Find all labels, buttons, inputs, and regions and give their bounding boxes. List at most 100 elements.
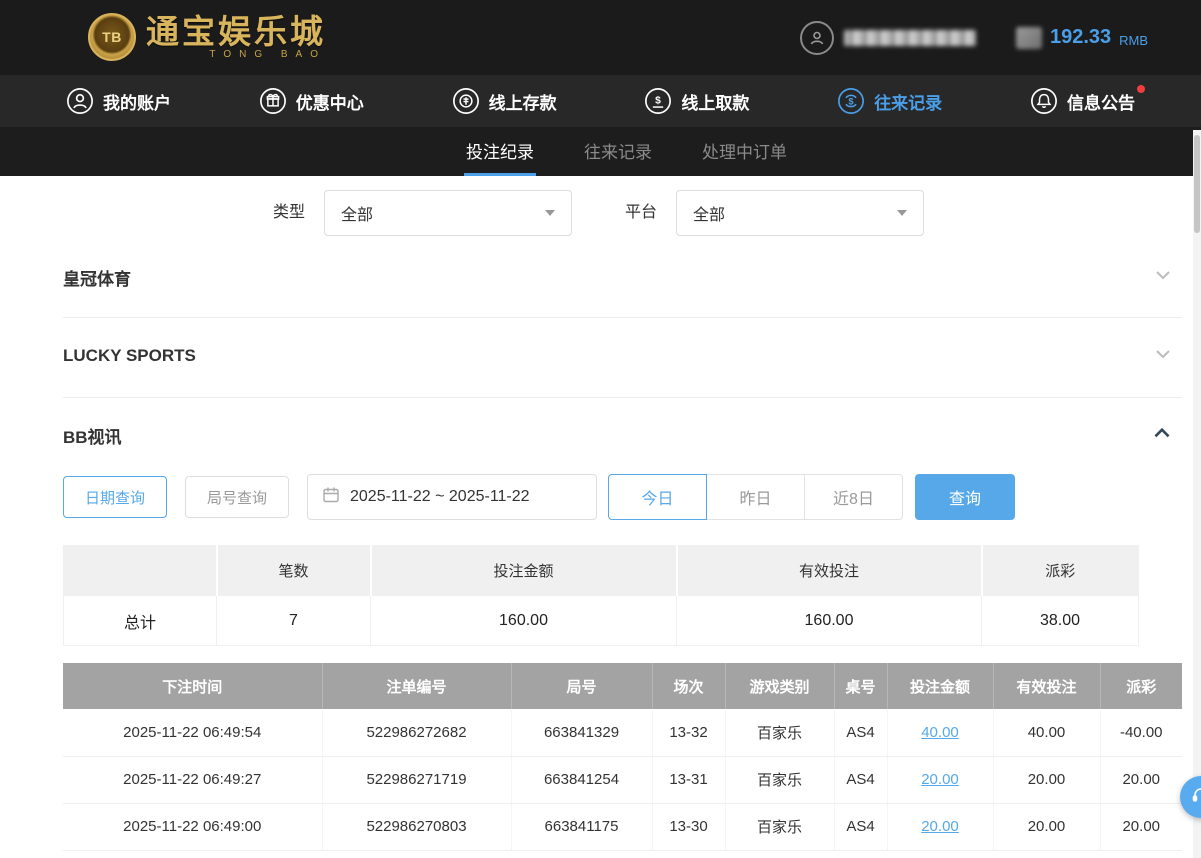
bet-amount-link[interactable]: 20.00 xyxy=(921,771,959,788)
col-header-session: 场次 xyxy=(652,663,725,709)
divider xyxy=(63,317,1182,318)
summary-count: 7 xyxy=(217,596,371,646)
cell-game-type: 百家乐 xyxy=(725,709,834,756)
section-bb-live[interactable]: BB视讯 xyxy=(63,421,1174,449)
tab-group: 投注纪录 往来记录 处理中订单 xyxy=(464,127,789,176)
nav-item-label: 线上取款 xyxy=(681,89,749,114)
cell-bet-amount: 20.00 xyxy=(887,803,993,850)
nav-item-label: 信息公告 xyxy=(1067,89,1135,114)
round-query-button[interactable]: 局号查询 xyxy=(185,476,289,518)
last-8-days-button[interactable]: 近8日 xyxy=(804,474,903,520)
summary-total-row: 总计 7 160.00 160.00 38.00 xyxy=(64,596,1139,646)
cell-session: 13-30 xyxy=(652,803,725,850)
gift-icon xyxy=(259,87,287,115)
nav-item-promotions[interactable]: 优惠中心 xyxy=(259,87,364,115)
summary-header-count: 笔数 xyxy=(217,546,371,596)
col-header-payout: 派彩 xyxy=(1100,663,1182,709)
col-header-bet-time: 下注时间 xyxy=(63,663,322,709)
cell-bet-time: 2025-11-22 06:49:00 xyxy=(63,803,322,850)
cell-table-no: AS4 xyxy=(834,803,887,850)
section-crown-sports[interactable]: 皇冠体育 xyxy=(63,263,1174,291)
withdraw-dollar-icon: $ xyxy=(644,87,672,115)
cell-payout: 20.00 xyxy=(1100,803,1182,850)
chevron-down-icon xyxy=(897,210,907,216)
chevron-down-icon xyxy=(1152,264,1174,291)
table-row: 2025-11-22 06:49:00 522986270803 6638411… xyxy=(63,803,1182,850)
balance-amount: 192.33 xyxy=(1050,26,1111,49)
section-lucky-sports[interactable]: LUCKY SPORTS xyxy=(63,342,1174,370)
nav-item-online-deposit[interactable]: 线上存款 xyxy=(452,87,557,115)
cell-order-no: 522986272682 xyxy=(322,709,511,756)
header-wallet[interactable]: 192.33 RMB xyxy=(1016,0,1148,75)
cell-game-type: 百家乐 xyxy=(725,803,834,850)
date-query-button[interactable]: 日期查询 xyxy=(63,476,167,518)
type-filter-label: 类型 xyxy=(273,190,305,236)
scrollbar[interactable] xyxy=(1193,130,1201,858)
bet-amount-link[interactable]: 40.00 xyxy=(921,724,959,741)
col-header-order-no: 注单编号 xyxy=(322,663,511,709)
date-range-picker[interactable]: 2025-11-22 ~ 2025-11-22 xyxy=(307,474,597,520)
cell-valid-bet: 20.00 xyxy=(993,756,1100,803)
cell-table-no: AS4 xyxy=(834,709,887,756)
yesterday-button[interactable]: 昨日 xyxy=(706,474,805,520)
today-button[interactable]: 今日 xyxy=(608,474,707,520)
tab-bar: 投注纪录 往来记录 处理中订单 xyxy=(0,127,1201,176)
notification-dot xyxy=(1137,85,1145,93)
nav-item-online-withdrawal[interactable]: $ 线上取款 xyxy=(644,87,749,115)
summary-payout: 38.00 xyxy=(982,596,1139,646)
platform-filter-select[interactable]: 全部 xyxy=(676,190,924,236)
logo-text: 通宝娱乐城 TONG BAO xyxy=(146,14,326,60)
service-headset-icon xyxy=(1191,785,1201,810)
site-logo[interactable]: TB 通宝娱乐城 TONG BAO xyxy=(88,13,326,61)
bet-table-header-row: 下注时间 注单编号 局号 场次 游戏类别 桌号 投注金额 有效投注 派彩 xyxy=(63,663,1182,709)
summary-row-label: 总计 xyxy=(64,596,217,646)
cell-round-no: 663841329 xyxy=(511,709,652,756)
nav-item-my-account[interactable]: 我的账户 xyxy=(66,87,171,115)
cell-order-no: 522986270803 xyxy=(322,803,511,850)
bet-amount-link[interactable]: 20.00 xyxy=(921,818,959,835)
tab-transaction-records[interactable]: 往来记录 xyxy=(582,127,654,176)
platform-filter-value: 全部 xyxy=(693,201,725,225)
header-user[interactable] xyxy=(800,0,976,75)
col-header-valid-bet: 有效投注 xyxy=(993,663,1100,709)
cell-session: 13-32 xyxy=(652,709,725,756)
cell-payout: 20.00 xyxy=(1100,756,1182,803)
tab-bet-records[interactable]: 投注纪录 xyxy=(464,127,536,176)
nav-item-label: 优惠中心 xyxy=(296,89,364,114)
search-button[interactable]: 查询 xyxy=(915,474,1015,520)
deposit-coin-icon xyxy=(452,87,480,115)
summary-header-bet-amount: 投注金额 xyxy=(371,546,677,596)
top-header: TB 通宝娱乐城 TONG BAO 192.33 RMB xyxy=(0,0,1201,75)
tab-processing-orders[interactable]: 处理中订单 xyxy=(700,127,789,176)
cell-bet-amount: 20.00 xyxy=(887,756,993,803)
chevron-down-icon xyxy=(545,210,555,216)
nav-item-transaction-records[interactable]: $ 往来记录 xyxy=(837,87,942,115)
summary-valid-bet: 160.00 xyxy=(677,596,982,646)
account-icon xyxy=(66,87,94,115)
bet-records-table: 下注时间 注单编号 局号 场次 游戏类别 桌号 投注金额 有效投注 派彩 202… xyxy=(63,663,1182,851)
logo-title: 通宝娱乐城 xyxy=(146,14,326,50)
nav-item-announcements[interactable]: 信息公告 xyxy=(1030,87,1135,115)
cell-bet-time: 2025-11-22 06:49:27 xyxy=(63,756,322,803)
col-header-round-no: 局号 xyxy=(511,663,652,709)
logo-medallion-icon: TB xyxy=(88,13,136,61)
type-filter-value: 全部 xyxy=(341,201,373,225)
summary-header-valid-bet: 有效投注 xyxy=(677,546,982,596)
content: 类型 全部 平台 全部 皇冠体育 LUCKY SPORTS xyxy=(0,176,1201,858)
col-header-bet-amount: 投注金额 xyxy=(887,663,993,709)
nav-item-label: 往来记录 xyxy=(874,89,942,114)
logo-subtitle: TONG BAO xyxy=(146,49,326,60)
screen: TB 通宝娱乐城 TONG BAO 192.33 RMB xyxy=(0,0,1201,858)
summary-header-payout: 派彩 xyxy=(982,546,1139,596)
summary-bet-amount: 160.00 xyxy=(371,596,677,646)
col-header-game-type: 游戏类别 xyxy=(725,663,834,709)
main-nav: 我的账户 优惠中心 线上存款 xyxy=(0,75,1201,127)
cell-valid-bet: 40.00 xyxy=(993,709,1100,756)
calendar-icon xyxy=(322,486,340,509)
cell-table-no: AS4 xyxy=(834,756,887,803)
chevron-down-icon xyxy=(1152,343,1174,370)
type-filter-select[interactable]: 全部 xyxy=(324,190,572,236)
records-exchange-icon: $ xyxy=(837,87,865,115)
cell-session: 13-31 xyxy=(652,756,725,803)
scrollbar-thumb[interactable] xyxy=(1194,135,1200,233)
